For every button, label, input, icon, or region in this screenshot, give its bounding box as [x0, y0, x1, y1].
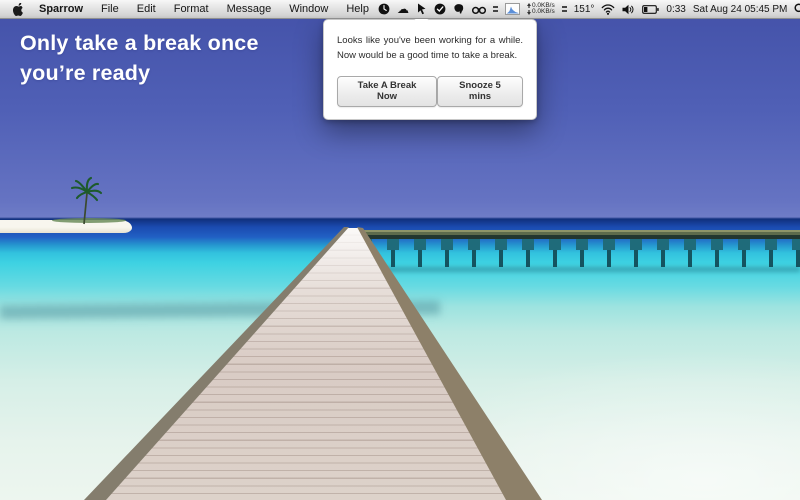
menu-item-format[interactable]: Format: [165, 0, 218, 18]
temperature-menulet[interactable]: 151°: [574, 4, 595, 15]
far-pier-reflection: [360, 267, 800, 272]
binoculars-icon[interactable]: [472, 4, 486, 15]
menu-item-edit[interactable]: Edit: [128, 0, 165, 18]
popover-message-line-1: Looks like you've been working for a whi…: [337, 33, 523, 48]
wifi-icon[interactable]: [601, 4, 615, 15]
snooze-button[interactable]: Snooze 5 mins: [437, 76, 523, 107]
down-arrow-icon: [527, 10, 531, 15]
up-arrow-icon: [527, 3, 531, 8]
palm-tree: [68, 176, 104, 226]
menu-bar-left: Sparrow File Edit Format Message Window …: [0, 0, 378, 18]
break-timer-clock-icon[interactable]: [378, 3, 390, 15]
menu-item-message[interactable]: Message: [218, 0, 281, 18]
desktop-headline: Only take a break once you’re ready: [20, 29, 295, 88]
apple-icon: [13, 3, 24, 16]
battery-icon[interactable]: [642, 5, 659, 14]
spotlight-search-icon[interactable]: [794, 3, 800, 15]
clock-menulet[interactable]: Sat Aug 24 05:45 PM: [693, 4, 788, 15]
menu-item-window[interactable]: Window: [280, 0, 337, 18]
istat-mini-icon[interactable]: [493, 6, 498, 12]
menu-bar: Sparrow File Edit Format Message Window …: [0, 0, 800, 19]
far-pier-deck: [360, 230, 800, 239]
network-graph-icon[interactable]: [505, 3, 520, 15]
take-break-button[interactable]: Take A Break Now: [337, 76, 437, 107]
menu-item-file[interactable]: File: [92, 0, 128, 18]
break-timer-countdown[interactable]: 0:33: [666, 4, 685, 15]
break-reminder-popover: Looks like you've been working for a whi…: [323, 19, 537, 120]
istat-mini-icon-2[interactable]: [562, 6, 567, 12]
popover-buttons: Take A Break Now Snooze 5 mins: [337, 76, 523, 107]
popover-body: Looks like you've been working for a whi…: [324, 20, 536, 119]
menu-item-help[interactable]: Help: [337, 0, 378, 18]
far-pier-pylon-heads: [360, 239, 800, 250]
cloud-sync-icon[interactable]: ☁: [397, 3, 409, 15]
far-pier-pylon-stems: [360, 250, 800, 267]
volume-icon[interactable]: [622, 4, 635, 15]
popover-message-line-2: Now would be a good time to take a break…: [337, 48, 523, 63]
far-pier: [360, 230, 800, 276]
menu-item-sparrow[interactable]: Sparrow: [30, 0, 92, 18]
apple-menu[interactable]: [11, 3, 30, 16]
cursor-pointer-icon[interactable]: [416, 3, 427, 15]
checkmark-badge-icon[interactable]: [434, 3, 446, 15]
download-speed: 0.0KB/s: [532, 9, 555, 16]
network-speed-readout[interactable]: 0.0KB/s 0.0KB/s: [527, 3, 555, 16]
menu-bar-status: ☁: [378, 3, 800, 16]
evernote-elephant-icon[interactable]: [453, 3, 465, 15]
